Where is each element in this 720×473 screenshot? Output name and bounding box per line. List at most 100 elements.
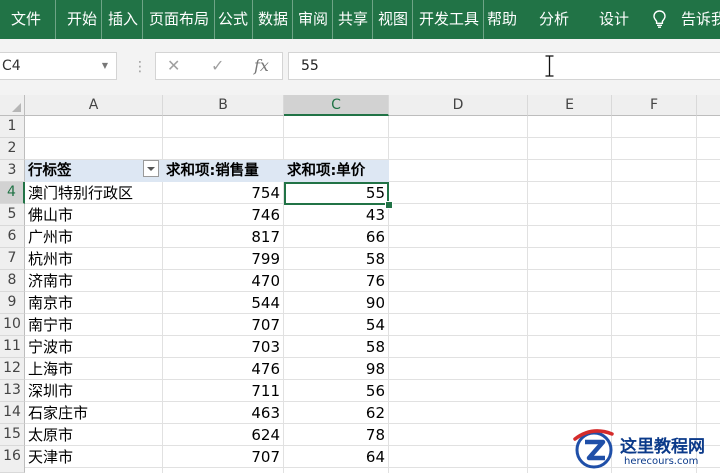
- price-cell[interactable]: 62: [284, 402, 389, 424]
- enter-icon[interactable]: ✓: [211, 56, 224, 75]
- resize-handle-icon[interactable]: ⋮: [133, 59, 147, 75]
- price-cell[interactable]: 58: [284, 336, 389, 358]
- row-header-10[interactable]: 10: [0, 314, 25, 336]
- sales-cell[interactable]: 476: [163, 358, 284, 380]
- row-header-11[interactable]: 11: [0, 336, 25, 358]
- active-cell-border: [284, 182, 389, 205]
- sales-cell[interactable]: 470: [163, 270, 284, 292]
- row-label-cell[interactable]: 佛山市: [25, 204, 163, 226]
- tab-data[interactable]: 数据: [258, 0, 294, 39]
- price-cell[interactable]: 76: [284, 270, 389, 292]
- sales-cell[interactable]: 624: [163, 424, 284, 446]
- row-label-cell[interactable]: 石家庄市: [25, 402, 163, 424]
- price-cell[interactable]: 98: [284, 358, 389, 380]
- text-cursor-icon: [545, 55, 554, 77]
- formula-value: 55: [301, 58, 319, 74]
- tab-page-layout[interactable]: 页面布局: [149, 0, 216, 39]
- pivot-header-sum-price[interactable]: 求和项:单价: [284, 160, 389, 182]
- sales-cell[interactable]: 754: [163, 182, 284, 204]
- sales-cell[interactable]: 799: [163, 248, 284, 270]
- tab-home[interactable]: 开始: [67, 0, 103, 39]
- row-label-cell[interactable]: 太原市: [25, 424, 163, 446]
- price-cell[interactable]: 56: [284, 380, 389, 402]
- row-header-1[interactable]: 1: [0, 116, 25, 138]
- row-header-7[interactable]: 7: [0, 248, 25, 270]
- sales-cell[interactable]: 544: [163, 292, 284, 314]
- column-header-a[interactable]: A: [25, 95, 163, 116]
- tab-formulas[interactable]: 公式: [218, 0, 254, 39]
- row-header-13[interactable]: 13: [0, 380, 25, 402]
- ribbon-tab-bar: 文件 开始 插入 页面布局 公式 数据 审阅 共享 视图 开发工具 帮助 分析 …: [0, 0, 720, 39]
- tab-review[interactable]: 审阅: [298, 0, 334, 39]
- row-label-cell[interactable]: 宁波市: [25, 336, 163, 358]
- row-header-9[interactable]: 9: [0, 292, 25, 314]
- column-header-e[interactable]: E: [528, 95, 612, 116]
- row-header-6[interactable]: 6: [0, 226, 25, 248]
- price-cell[interactable]: 90: [284, 292, 389, 314]
- row-label-cell[interactable]: 上海市: [25, 358, 163, 380]
- tab-analyze[interactable]: 分析: [539, 0, 569, 39]
- site-logo-icon: [573, 429, 614, 469]
- price-cell[interactable]: 54: [284, 314, 389, 336]
- tab-file[interactable]: 文件: [11, 0, 41, 39]
- column-header-c[interactable]: C: [284, 95, 389, 116]
- watermark-logo: 这里教程网 herecours.com: [570, 423, 720, 473]
- worksheet-grid[interactable]: A B C D E F 1 2 3 4 5 6 7 8 9 10 11 12 1…: [0, 95, 720, 473]
- sales-cell[interactable]: 707: [163, 314, 284, 336]
- column-header-g-partial[interactable]: [697, 95, 720, 116]
- column-header-d[interactable]: D: [389, 95, 528, 116]
- row-label-cell[interactable]: 南宁市: [25, 314, 163, 336]
- row-header-4[interactable]: 4: [0, 182, 25, 204]
- column-header-f[interactable]: F: [612, 95, 697, 116]
- price-cell[interactable]: 43: [284, 204, 389, 226]
- row-label-cell[interactable]: 深圳市: [25, 380, 163, 402]
- row-header-3[interactable]: 3: [0, 160, 25, 182]
- row-header-15[interactable]: 15: [0, 424, 25, 446]
- lightbulb-icon: [653, 10, 666, 28]
- row-label-cell[interactable]: 天津市: [25, 446, 163, 468]
- watermark-url: herecours.com: [624, 456, 699, 467]
- chevron-down-icon[interactable]: ▼: [102, 61, 108, 70]
- price-cell[interactable]: 64: [284, 446, 389, 468]
- sales-cell[interactable]: 707: [163, 446, 284, 468]
- select-all-corner[interactable]: [0, 95, 25, 116]
- tab-help[interactable]: 帮助: [487, 0, 517, 39]
- insert-function-icon[interactable]: fx: [254, 56, 269, 75]
- pivot-header-sum-sales[interactable]: 求和项:销售量: [163, 160, 284, 182]
- sales-cell[interactable]: 703: [163, 336, 284, 358]
- row-label-cell[interactable]: 澳门特别行政区: [25, 182, 163, 204]
- tell-me-search[interactable]: 告诉我: [681, 0, 720, 39]
- formula-input[interactable]: 55: [288, 52, 720, 80]
- gridline: [611, 116, 612, 473]
- watermark-title: 这里教程网: [620, 437, 705, 457]
- gridline: [25, 137, 720, 138]
- row-header-16[interactable]: 16: [0, 446, 25, 473]
- row-label-cell[interactable]: 济南市: [25, 270, 163, 292]
- tab-share[interactable]: 共享: [338, 0, 374, 39]
- tab-developer[interactable]: 开发工具: [419, 0, 485, 39]
- fill-handle[interactable]: [385, 201, 393, 209]
- sales-cell[interactable]: 463: [163, 402, 284, 424]
- row-header-14[interactable]: 14: [0, 402, 25, 424]
- price-cell[interactable]: 58: [284, 248, 389, 270]
- tab-insert[interactable]: 插入: [108, 0, 144, 39]
- ribbon-divider: [54, 0, 56, 39]
- column-header-b[interactable]: B: [163, 95, 284, 116]
- row-label-cell[interactable]: 南京市: [25, 292, 163, 314]
- tab-view[interactable]: 视图: [378, 0, 414, 39]
- tab-design[interactable]: 设计: [599, 0, 629, 39]
- price-cell[interactable]: 66: [284, 226, 389, 248]
- sales-cell[interactable]: 746: [163, 204, 284, 226]
- name-box[interactable]: C4 ▼: [0, 52, 117, 80]
- filter-dropdown-icon[interactable]: [143, 160, 159, 177]
- price-cell[interactable]: 78: [284, 424, 389, 446]
- sales-cell[interactable]: 817: [163, 226, 284, 248]
- row-header-8[interactable]: 8: [0, 270, 25, 292]
- row-header-2[interactable]: 2: [0, 138, 25, 160]
- sales-cell[interactable]: 711: [163, 380, 284, 402]
- row-header-5[interactable]: 5: [0, 204, 25, 226]
- row-label-cell[interactable]: 广州市: [25, 226, 163, 248]
- row-label-cell[interactable]: 杭州市: [25, 248, 163, 270]
- row-header-12[interactable]: 12: [0, 358, 25, 380]
- cancel-icon[interactable]: ✕: [167, 56, 180, 75]
